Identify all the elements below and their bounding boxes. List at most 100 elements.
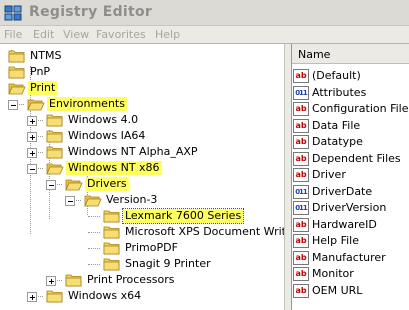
tree-node-label: PrimoPDF	[125, 241, 178, 254]
tree-connector	[88, 232, 100, 233]
value-row[interactable]: ab Configuration File	[292, 101, 409, 117]
title-bar: Registry Editor	[0, 0, 409, 26]
value-row[interactable]: 011 DriverDate	[292, 184, 409, 200]
string-value-icon: ab	[293, 118, 309, 133]
tree-node-label: Windows NT Alpha_AXP	[68, 145, 198, 158]
tree-node[interactable]: Drivers	[0, 176, 284, 192]
tree-node-label: Version-3	[106, 193, 158, 206]
folder-icon	[8, 66, 25, 79]
value-name: Data File	[312, 118, 361, 132]
tree-node[interactable]: NTMS	[0, 48, 284, 64]
menu-edit[interactable]: Edit	[33, 28, 54, 41]
value-row[interactable]: 011 Attributes	[292, 85, 409, 101]
tree-node[interactable]: Windows IA64	[0, 128, 284, 144]
expand-icon[interactable]	[27, 116, 37, 126]
tree-node[interactable]: Environments	[0, 96, 284, 112]
menu-bar: File Edit View Favorites Help	[0, 26, 409, 44]
tree-node[interactable]: Print Processors	[0, 272, 284, 288]
tree-node-label: Snagit 9 Printer	[125, 257, 211, 270]
tree-node[interactable]: Windows NT x86	[0, 160, 284, 176]
string-value-icon: ab	[293, 250, 309, 265]
value-row[interactable]: ab Help File	[292, 233, 409, 249]
folder-open-icon	[8, 83, 26, 95]
tree-node[interactable]: Version-3	[0, 192, 284, 208]
string-value-icon: ab	[293, 283, 309, 298]
value-row[interactable]: ab Data File	[292, 118, 409, 134]
folder-icon	[46, 146, 63, 159]
value-row[interactable]: ab OEM URL	[292, 283, 409, 299]
menu-favorites[interactable]: Favorites	[96, 28, 146, 41]
value-name: Help File	[312, 234, 359, 247]
value-name: Attributes	[312, 85, 367, 99]
expand-icon[interactable]	[27, 148, 37, 158]
menu-view[interactable]: View	[63, 28, 89, 41]
value-name: Driver	[312, 168, 346, 181]
folder-open-icon	[84, 195, 102, 207]
folder-icon	[103, 258, 120, 271]
folder-icon	[65, 274, 82, 287]
tree-node-label: Windows IA64	[68, 129, 146, 142]
value-name: Manufacturer	[312, 250, 386, 264]
folder-icon	[103, 226, 120, 239]
tree-node[interactable]: Lexmark 7600 Series	[0, 208, 284, 224]
collapse-icon[interactable]	[27, 164, 37, 174]
tree-node-label: Windows NT x86	[66, 161, 162, 175]
registry-editor-icon	[4, 5, 22, 21]
registry-tree[interactable]: NTMS PnP Print Environments Windows 4.0 Windo…	[0, 44, 284, 310]
values-list[interactable]: Name ab (Default) 011 Attributes ab Configura…	[292, 44, 409, 310]
tree-node[interactable]: PrimoPDF	[0, 240, 284, 256]
string-value-icon: ab	[293, 267, 309, 281]
tree-node[interactable]: Windows 4.0	[0, 112, 284, 128]
string-value-icon: ab	[293, 69, 309, 83]
value-name: Datatype	[312, 135, 363, 148]
tree-node-label: Windows 4.0	[68, 113, 139, 126]
value-row[interactable]: ab Manufacturer	[292, 250, 409, 266]
tree-node[interactable]: Windows x64	[0, 288, 284, 304]
folder-icon	[103, 242, 120, 255]
value-name: Dependent Files	[312, 151, 401, 165]
tree-node-label: Drivers	[85, 177, 129, 191]
tree-node[interactable]: Windows NT Alpha_AXP	[0, 144, 284, 160]
tree-node[interactable]: Print	[0, 80, 284, 96]
collapse-icon[interactable]	[8, 100, 18, 110]
expand-icon[interactable]	[46, 276, 56, 286]
tree-node[interactable]: Microsoft XPS Document Write	[0, 224, 284, 240]
value-row[interactable]: ab HardwareID	[292, 217, 409, 233]
value-row[interactable]: ab Datatype	[292, 134, 409, 150]
folder-icon	[103, 210, 120, 223]
tree-node[interactable]: PnP	[0, 64, 284, 80]
collapse-icon[interactable]	[46, 180, 56, 190]
tree-node[interactable]: Snagit 9 Printer	[0, 256, 284, 272]
binary-value-icon: 011	[293, 184, 309, 199]
string-value-icon: ab	[293, 168, 309, 182]
value-row[interactable]: ab (Default)	[292, 68, 409, 84]
tree-connector	[88, 248, 100, 249]
folder-icon	[46, 130, 63, 143]
binary-value-icon: 011	[293, 85, 309, 100]
string-value-icon: ab	[293, 151, 309, 166]
value-row[interactable]: ab Monitor	[292, 266, 409, 282]
expand-icon[interactable]	[27, 132, 37, 142]
tree-node-label: Environments	[47, 97, 127, 111]
collapse-icon[interactable]	[65, 196, 75, 206]
string-value-icon: ab	[293, 102, 309, 116]
value-name: OEM URL	[312, 283, 363, 297]
value-name: (Default)	[312, 69, 361, 82]
value-row[interactable]: ab Driver	[292, 167, 409, 183]
pane-splitter[interactable]	[284, 44, 292, 310]
tree-node-label: Print	[28, 81, 58, 95]
menu-file[interactable]: File	[4, 28, 22, 41]
binary-value-icon: 011	[293, 201, 309, 215]
tree-node-label: Windows x64	[68, 289, 142, 302]
folder-icon	[46, 114, 63, 127]
tree-node-label: Microsoft XPS Document Write	[125, 225, 284, 238]
value-name: Configuration File	[312, 102, 409, 115]
column-header-name[interactable]: Name	[292, 44, 409, 64]
value-row[interactable]: 011 DriverVersion	[292, 200, 409, 216]
expand-icon[interactable]	[27, 292, 37, 302]
folder-open-icon	[65, 179, 83, 191]
value-row[interactable]: ab Dependent Files	[292, 151, 409, 167]
folder-icon	[46, 290, 63, 303]
folder-open-icon	[46, 163, 64, 175]
menu-help[interactable]: Help	[155, 28, 180, 41]
